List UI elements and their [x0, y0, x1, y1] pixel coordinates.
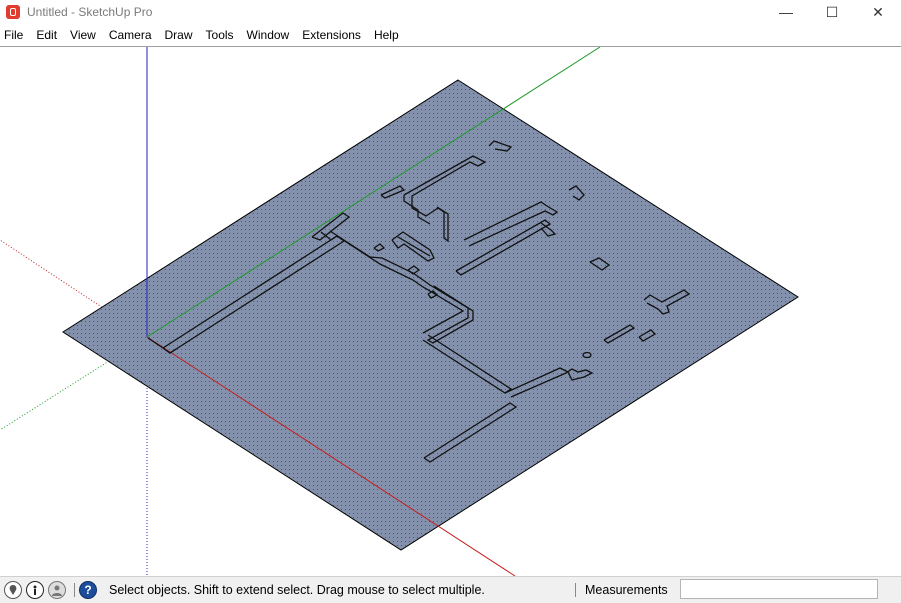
menu-extensions[interactable]: Extensions [296, 24, 368, 46]
title-bar: Untitled - SketchUp Pro — ☐ ✕ [0, 0, 901, 24]
measurements-input[interactable] [680, 579, 878, 599]
menu-draw[interactable]: Draw [159, 24, 200, 46]
menu-view[interactable]: View [64, 24, 103, 46]
maximize-button[interactable]: ☐ [809, 0, 855, 24]
menu-edit[interactable]: Edit [30, 24, 64, 46]
geo-location-icon[interactable] [4, 581, 22, 599]
floor-face[interactable] [62, 79, 799, 551]
menu-help[interactable]: Help [368, 24, 406, 46]
menu-file[interactable]: File [0, 24, 30, 46]
help-icon[interactable]: ? [79, 581, 97, 599]
user-icon[interactable] [48, 581, 66, 599]
menu-bar: File Edit View Camera Draw Tools Window … [0, 24, 901, 47]
window-controls: — ☐ ✕ [763, 0, 901, 24]
menu-window[interactable]: Window [241, 24, 297, 46]
minimize-button[interactable]: — [763, 0, 809, 24]
credits-icon[interactable] [26, 581, 44, 599]
measurements-separator [575, 583, 576, 597]
status-separator [74, 583, 75, 597]
menu-tools[interactable]: Tools [200, 24, 241, 46]
window-title: Untitled - SketchUp Pro [27, 5, 153, 19]
status-message: Select objects. Shift to extend select. … [109, 583, 485, 597]
menu-camera[interactable]: Camera [103, 24, 159, 46]
model-canvas[interactable] [0, 47, 901, 576]
status-bar: ? Select objects. Shift to extend select… [0, 576, 901, 603]
drawing-viewport[interactable] [0, 47, 901, 576]
close-button[interactable]: ✕ [855, 0, 901, 24]
sketchup-logo-icon [6, 5, 20, 19]
measurements-label: Measurements [585, 583, 668, 597]
